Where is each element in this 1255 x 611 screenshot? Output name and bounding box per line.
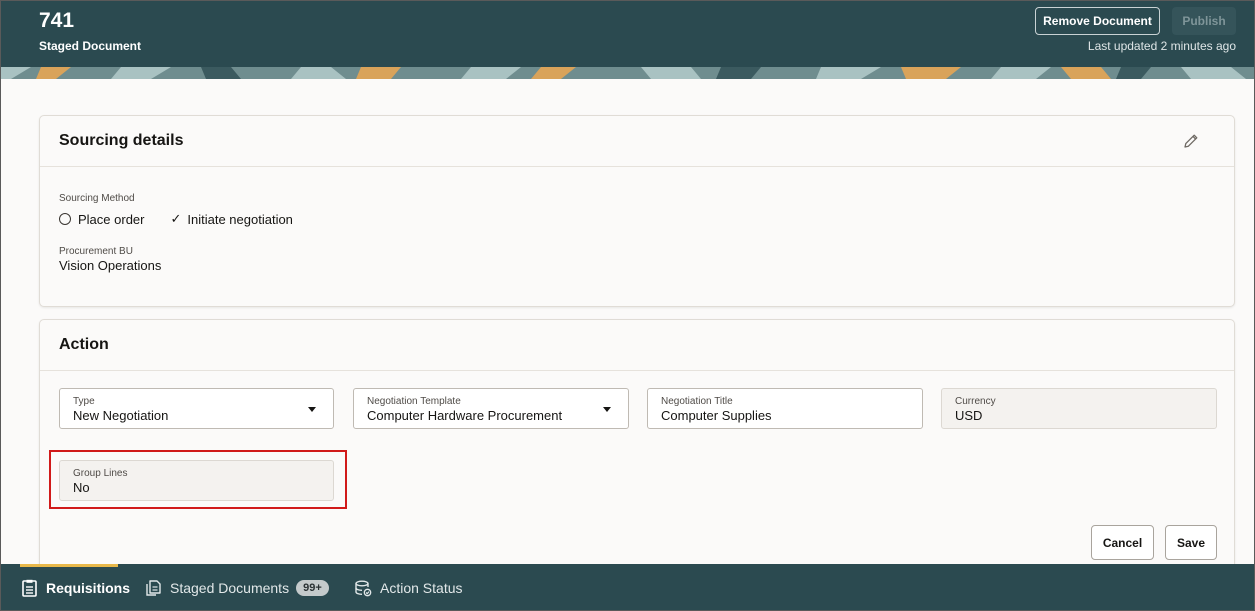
negotiation-title-value: Computer Supplies: [661, 408, 772, 423]
tab-action-status-label: Action Status: [380, 580, 463, 596]
initiate-negotiation-label[interactable]: Initiate negotiation: [187, 212, 293, 227]
tab-requisitions[interactable]: Requisitions: [21, 564, 131, 610]
clipboard-icon: [22, 579, 37, 597]
caret-down-icon[interactable]: [308, 407, 316, 412]
sourcing-method-options: Place order ✓ Initiate negotiation: [59, 211, 293, 227]
negotiation-template-label: Negotiation Template: [367, 396, 461, 407]
tab-staged-documents[interactable]: Staged Documents 99+: [146, 564, 329, 610]
tab-staged-documents-label: Staged Documents: [170, 580, 290, 596]
type-label: Type: [73, 396, 95, 407]
tab-requisitions-label: Requisitions: [46, 580, 131, 596]
documents-icon: [146, 579, 161, 596]
card-divider: [40, 370, 1234, 371]
place-order-label[interactable]: Place order: [78, 212, 144, 227]
type-select[interactable]: Type New Negotiation: [59, 388, 334, 429]
action-card: Action Type New Negotiation Negotiation …: [39, 319, 1235, 579]
pencil-icon[interactable]: [1182, 132, 1200, 150]
negotiation-template-value: Computer Hardware Procurement: [367, 408, 563, 423]
caret-down-icon[interactable]: [603, 407, 611, 412]
database-sync-icon: [355, 580, 372, 596]
header-pattern: [1, 67, 1254, 79]
cancel-button[interactable]: Cancel: [1091, 525, 1154, 560]
type-value: New Negotiation: [73, 408, 169, 423]
tab-action-status[interactable]: Action Status: [355, 564, 463, 610]
negotiation-template-select[interactable]: Negotiation Template Computer Hardware P…: [353, 388, 629, 429]
procurement-bu-label: Procurement BU: [59, 246, 133, 257]
page-header: 741 Staged Document Remove Document Publ…: [1, 1, 1254, 69]
action-title: Action: [59, 336, 109, 353]
document-subtitle: Staged Document: [39, 39, 142, 53]
currency-label: Currency: [955, 396, 996, 407]
document-number: 741: [39, 9, 75, 32]
procurement-bu-value: Vision Operations: [59, 258, 162, 273]
currency-field: Currency USD: [941, 388, 1217, 429]
save-button[interactable]: Save: [1165, 525, 1217, 560]
group-lines-highlight: [49, 450, 347, 509]
currency-value: USD: [955, 408, 983, 423]
negotiation-title-field[interactable]: Negotiation Title Computer Supplies: [647, 388, 923, 429]
app-frame: 741 Staged Document Remove Document Publ…: [0, 0, 1255, 611]
sourcing-details-title: Sourcing details: [59, 132, 184, 149]
publish-button[interactable]: Publish: [1172, 7, 1236, 35]
place-order-radio[interactable]: [59, 213, 71, 225]
sourcing-details-card: Sourcing details Sourcing Method Place o…: [39, 115, 1235, 307]
negotiation-title-label: Negotiation Title: [661, 396, 733, 407]
last-updated-text: Last updated 2 minutes ago: [1087, 39, 1236, 53]
count-badge: 99+: [296, 580, 329, 596]
card-divider: [40, 166, 1234, 167]
check-icon: ✓: [170, 211, 182, 226]
remove-document-button[interactable]: Remove Document: [1035, 7, 1160, 35]
sourcing-method-label: Sourcing Method: [59, 193, 135, 204]
bottom-nav: Requisitions Staged Documents 99+ Action…: [1, 564, 1254, 610]
